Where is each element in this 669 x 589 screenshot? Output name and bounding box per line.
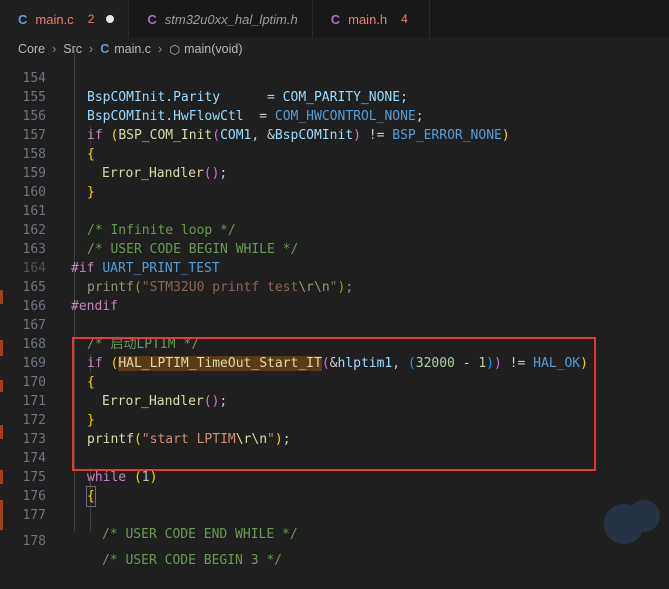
problem-count-badge: 2: [87, 12, 95, 26]
code-line[interactable]: 167 /* 启动LPTIM */: [0, 297, 669, 352]
code-line[interactable]: 178 /* USER CODE BEGIN 3 */: [0, 513, 669, 568]
problem-count-badge: 4: [401, 12, 408, 26]
code-line[interactable]: 156 if (BSP_COM_Init(COM1, &BspCOMInit) …: [0, 88, 669, 143]
tab-label: stm32u0xx_hal_lptim.h: [164, 11, 298, 27]
code-line[interactable]: 158 Error_Handler();: [0, 126, 669, 181]
code-line[interactable]: 166: [0, 278, 669, 314]
code-line[interactable]: 154 BspCOMInit.Parity = COM_PARITY_NONE;: [0, 50, 669, 105]
tab-main-c[interactable]: C main.c 2: [0, 0, 130, 38]
editor-tab-bar: C main.c 2 C stm32u0xx_hal_lptim.h C mai…: [0, 0, 669, 38]
code-line[interactable]: 168 if (HAL_LPTIM_TimeOut_Start_IT(&hlpt…: [0, 316, 669, 371]
watermark-logo: [604, 500, 660, 544]
tab-main-h[interactable]: C main.h 4: [313, 0, 430, 38]
c-file-icon: C: [147, 11, 157, 27]
code-comment: /* USER CODE BEGIN 3 */: [102, 553, 283, 568]
code-line[interactable]: 177 /* USER CODE END WHILE */: [0, 487, 669, 542]
code-line[interactable]: 165 #endif: [0, 259, 669, 314]
highlight-annotation-box: [72, 337, 596, 471]
tab-label: main.h: [348, 11, 388, 27]
code-line[interactable]: 163 #if UART_PRINT_TEST: [0, 221, 669, 276]
code-line[interactable]: 157 {: [0, 107, 669, 162]
c-file-icon: C: [18, 11, 28, 27]
code-line[interactable]: 155 BspCOMInit.HwFlowCtl = COM_HWCONTROL…: [0, 69, 669, 124]
code-line[interactable]: 159 }: [0, 145, 669, 200]
code-line[interactable]: 164 printf("STM32U0 printf test\r\n");: [0, 240, 669, 295]
code-line[interactable]: 162 /* USER CODE BEGIN WHILE */: [0, 202, 669, 257]
code-line[interactable]: 161 /* Infinite loop */: [0, 183, 669, 238]
code-editor[interactable]: 154 BspCOMInit.Parity = COM_PARITY_NONE;…: [0, 50, 669, 568]
tab-label: main.c: [35, 11, 74, 27]
c-file-icon: C: [330, 11, 341, 27]
unsaved-dot-icon[interactable]: [106, 15, 115, 23]
line-number: 178: [22, 534, 46, 549]
tab-stm32u0xx-hal-lptim-h[interactable]: C stm32u0xx_hal_lptim.h: [129, 0, 313, 38]
code-line[interactable]: 160: [0, 164, 669, 200]
